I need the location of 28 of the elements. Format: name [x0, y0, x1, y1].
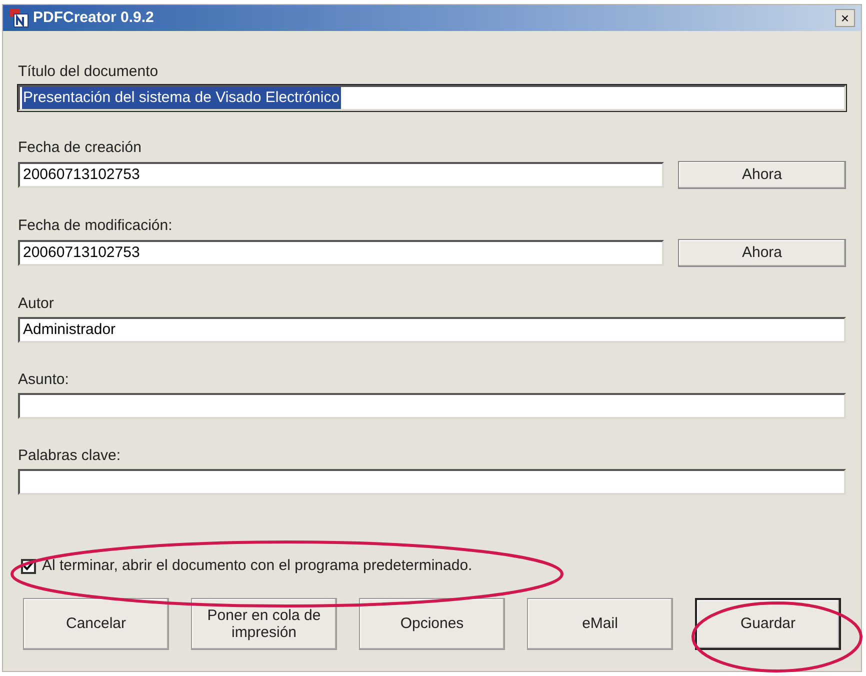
text-field[interactable]: 20060713102753: [18, 240, 664, 266]
text-field[interactable]: [18, 469, 846, 495]
field-value: Presentación del sistema de Visado Electrónico: [22, 86, 341, 110]
field-label: Asunto:: [18, 370, 70, 389]
field-value: 20060713102753: [22, 164, 141, 185]
close-button[interactable]: ×: [835, 9, 855, 27]
dialog-button[interactable]: Guardar: [695, 598, 841, 650]
now-button[interactable]: Ahora: [678, 161, 846, 189]
window-title: PDFCreator 0.9.2: [33, 8, 154, 28]
dialog-button[interactable]: eMail: [527, 598, 673, 650]
dialog-button[interactable]: Cancelar: [23, 598, 169, 650]
field-label: Título del documento: [18, 62, 160, 81]
field-value: 20060713102753: [22, 242, 141, 263]
field-label: Palabras clave:: [18, 446, 122, 465]
field-label: Fecha de creación: [18, 138, 142, 157]
dialog-button[interactable]: Opciones: [359, 598, 505, 650]
check-icon: [23, 560, 34, 572]
text-field[interactable]: 20060713102753: [18, 162, 664, 188]
now-button[interactable]: Ahora: [678, 239, 846, 267]
dialog-button[interactable]: Poner en cola de impresión: [191, 598, 337, 650]
text-field[interactable]: [18, 393, 846, 419]
checkbox-label: Al terminar, abrir el documento con el programa predeterminado.: [42, 556, 472, 576]
field-label: Fecha de modificación:: [18, 216, 174, 235]
text-field[interactable]: Presentación del sistema de Visado Electrónico: [18, 85, 846, 111]
field-value: Administrador: [22, 320, 117, 340]
text-field[interactable]: Administrador: [18, 317, 846, 343]
app-icon: [9, 8, 29, 28]
field-label: Autor: [18, 294, 55, 313]
